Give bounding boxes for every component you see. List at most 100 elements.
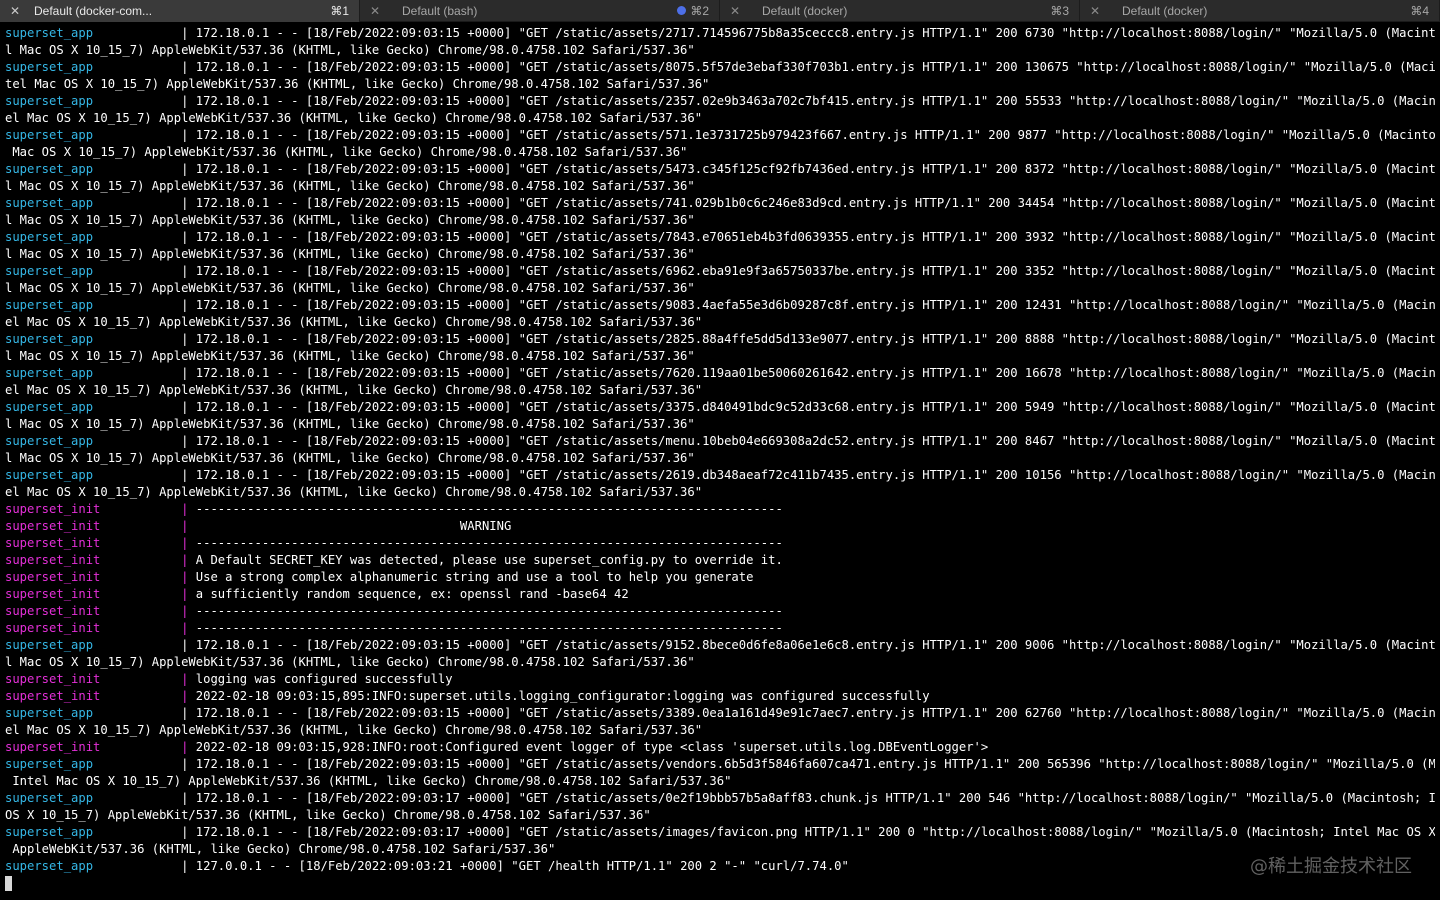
service-name: superset_app <box>5 230 94 244</box>
log-text: 172.18.0.1 - - [18/Feb/2022:09:03:17 +00… <box>195 791 1435 805</box>
service-separator: | <box>100 570 196 584</box>
log-text: ----------------------------------------… <box>195 604 783 618</box>
log-text: ----------------------------------------… <box>195 536 783 550</box>
service-name: superset_app <box>5 434 94 448</box>
service-name: superset_app <box>5 791 94 805</box>
log-text: 172.18.0.1 - - [18/Feb/2022:09:03:15 +00… <box>195 298 1435 312</box>
log-text: 2022-02-18 09:03:15,928:INFO:root:Config… <box>195 740 989 754</box>
terminal-output[interactable]: superset_app | 172.18.0.1 - - [18/Feb/20… <box>5 25 1435 892</box>
log-text: el Mac OS X 10_15_7) AppleWebKit/537.36 … <box>5 111 703 125</box>
close-icon[interactable]: ✕ <box>1088 4 1102 18</box>
log-text: l Mac OS X 10_15_7) AppleWebKit/537.36 (… <box>5 655 695 669</box>
activity-dot-icon <box>677 6 687 15</box>
log-line: superset_init | a sufficiently random se… <box>5 586 1435 603</box>
log-text: 2022-02-18 09:03:15,895:INFO:superset.ut… <box>195 689 930 703</box>
log-line: superset_app | 172.18.0.1 - - [18/Feb/20… <box>5 824 1435 841</box>
log-text: Use a strong complex alphanumeric string… <box>195 570 754 584</box>
log-text: 172.18.0.1 - - [18/Feb/2022:09:03:15 +00… <box>195 400 1435 414</box>
log-text: l Mac OS X 10_15_7) AppleWebKit/537.36 (… <box>5 349 695 363</box>
service-separator: | <box>100 604 196 618</box>
log-text: l Mac OS X 10_15_7) AppleWebKit/537.36 (… <box>5 247 695 261</box>
log-line: el Mac OS X 10_15_7) AppleWebKit/537.36 … <box>5 722 1435 739</box>
service-name: superset_app <box>5 706 94 720</box>
service-name: superset_app <box>5 94 94 108</box>
service-separator: | <box>93 366 196 380</box>
tab-shortcut-label: ⌘4 <box>1410 4 1429 18</box>
log-text: A Default SECRET_KEY was detected, pleas… <box>195 553 783 567</box>
log-line: el Mac OS X 10_15_7) AppleWebKit/537.36 … <box>5 382 1435 399</box>
close-icon[interactable]: ✕ <box>368 4 382 18</box>
log-line: superset_app | 172.18.0.1 - - [18/Feb/20… <box>5 263 1435 280</box>
service-separator: | <box>100 740 196 754</box>
service-name: superset_app <box>5 825 94 839</box>
tab-4[interactable]: ✕ Default (docker) ⌘4 <box>1080 0 1440 22</box>
tab-1[interactable]: ✕ Default (docker-com... ⌘1 <box>0 0 360 22</box>
service-name: superset_app <box>5 196 94 210</box>
service-name: superset_init <box>5 553 101 567</box>
log-line: superset_init | logging was configured s… <box>5 671 1435 688</box>
log-line: l Mac OS X 10_15_7) AppleWebKit/537.36 (… <box>5 246 1435 263</box>
log-text: 127.0.0.1 - - [18/Feb/2022:09:03:21 +000… <box>195 859 849 873</box>
service-separator: | <box>93 434 196 448</box>
service-name: superset_init <box>5 689 101 703</box>
close-icon[interactable]: ✕ <box>728 4 742 18</box>
tab-shortcut: ⌘2 <box>677 4 709 18</box>
service-name: superset_init <box>5 570 101 584</box>
tab-shortcut: ⌘4 <box>1410 4 1429 18</box>
log-text: l Mac OS X 10_15_7) AppleWebKit/537.36 (… <box>5 213 695 227</box>
prompt-line[interactable] <box>5 875 1435 892</box>
log-line: superset_app | 172.18.0.1 - - [18/Feb/20… <box>5 790 1435 807</box>
service-separator: | <box>93 638 196 652</box>
service-separator: | <box>93 230 196 244</box>
log-line: tel Mac OS X 10_15_7) AppleWebKit/537.36… <box>5 76 1435 93</box>
service-name: superset_app <box>5 332 94 346</box>
log-text: a sufficiently random sequence, ex: open… <box>195 587 629 601</box>
log-text: l Mac OS X 10_15_7) AppleWebKit/537.36 (… <box>5 451 695 465</box>
service-name: superset_app <box>5 26 94 40</box>
log-line: superset_app | 172.18.0.1 - - [18/Feb/20… <box>5 195 1435 212</box>
service-separator: | <box>93 332 196 346</box>
close-icon[interactable]: ✕ <box>8 4 22 18</box>
service-separator: | <box>100 553 196 567</box>
service-separator: | <box>100 536 196 550</box>
log-line: superset_app | 172.18.0.1 - - [18/Feb/20… <box>5 705 1435 722</box>
log-text: 172.18.0.1 - - [18/Feb/2022:09:03:17 +00… <box>195 825 1435 839</box>
service-name: superset_app <box>5 162 94 176</box>
tab-2[interactable]: ✕ Default (bash) ⌘2 <box>360 0 720 22</box>
log-line: l Mac OS X 10_15_7) AppleWebKit/537.36 (… <box>5 42 1435 59</box>
tab-shortcut: ⌘1 <box>330 4 349 18</box>
cursor <box>5 876 12 891</box>
log-line: l Mac OS X 10_15_7) AppleWebKit/537.36 (… <box>5 654 1435 671</box>
tab-shortcut-label: ⌘3 <box>1050 4 1069 18</box>
log-text: 172.18.0.1 - - [18/Feb/2022:09:03:15 +00… <box>195 366 1435 380</box>
log-line: superset_app | 172.18.0.1 - - [18/Feb/20… <box>5 297 1435 314</box>
log-line: superset_init | ------------------------… <box>5 535 1435 552</box>
log-text: 172.18.0.1 - - [18/Feb/2022:09:03:15 +00… <box>195 26 1435 40</box>
log-text: el Mac OS X 10_15_7) AppleWebKit/537.36 … <box>5 485 703 499</box>
service-separator: | <box>93 825 196 839</box>
log-text: 172.18.0.1 - - [18/Feb/2022:09:03:15 +00… <box>195 94 1435 108</box>
log-text: el Mac OS X 10_15_7) AppleWebKit/537.36 … <box>5 315 703 329</box>
log-text: 172.18.0.1 - - [18/Feb/2022:09:03:15 +00… <box>195 60 1435 74</box>
log-line: superset_init | WARNING <box>5 518 1435 535</box>
tab-3[interactable]: ✕ Default (docker) ⌘3 <box>720 0 1080 22</box>
log-line: l Mac OS X 10_15_7) AppleWebKit/537.36 (… <box>5 416 1435 433</box>
log-line: superset_app | 172.18.0.1 - - [18/Feb/20… <box>5 365 1435 382</box>
service-name: superset_init <box>5 519 101 533</box>
service-separator: | <box>93 298 196 312</box>
service-separator: | <box>93 468 196 482</box>
log-text: logging was configured successfully <box>195 672 453 686</box>
service-name: superset_init <box>5 587 101 601</box>
log-text: tel Mac OS X 10_15_7) AppleWebKit/537.36… <box>5 77 710 91</box>
log-text: l Mac OS X 10_15_7) AppleWebKit/537.36 (… <box>5 417 695 431</box>
log-text: OS X 10_15_7) AppleWebKit/537.36 (KHTML,… <box>5 808 651 822</box>
log-line: superset_app | 172.18.0.1 - - [18/Feb/20… <box>5 161 1435 178</box>
service-name: superset_app <box>5 60 94 74</box>
log-line: superset_app | 172.18.0.1 - - [18/Feb/20… <box>5 59 1435 76</box>
log-text: 172.18.0.1 - - [18/Feb/2022:09:03:15 +00… <box>195 434 1435 448</box>
log-text: el Mac OS X 10_15_7) AppleWebKit/537.36 … <box>5 383 703 397</box>
service-separator: | <box>93 859 196 873</box>
service-name: superset_app <box>5 468 94 482</box>
service-name: superset_app <box>5 859 94 873</box>
tab-title: Default (docker) <box>1122 4 1208 18</box>
